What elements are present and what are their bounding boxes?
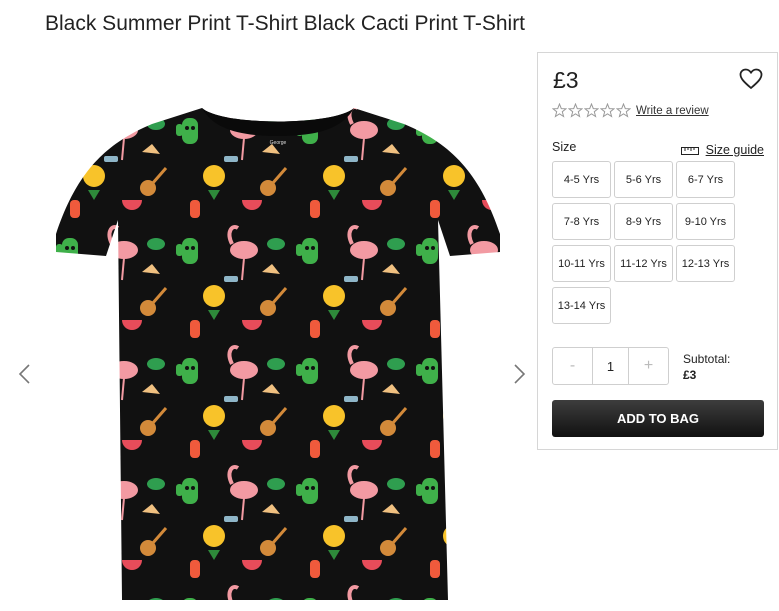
size-option[interactable]: 8-9 Yrs xyxy=(614,203,673,240)
write-review-link[interactable]: Write a review xyxy=(636,105,709,117)
brand-tag: George xyxy=(270,140,287,146)
product-image: George xyxy=(56,108,500,600)
quantity-input[interactable] xyxy=(592,348,629,384)
increase-quantity-button[interactable]: + xyxy=(629,348,668,384)
star-outline-icon xyxy=(584,103,599,118)
star-outline-icon xyxy=(568,103,583,118)
next-image-button[interactable] xyxy=(511,362,527,386)
size-option[interactable]: 13-14 Yrs xyxy=(552,287,611,324)
size-guide-label: Size guide xyxy=(705,143,764,157)
size-option[interactable]: 12-13 Yrs xyxy=(676,245,735,282)
star-outline-icon xyxy=(616,103,631,118)
size-guide-link[interactable]: Size guide xyxy=(680,143,764,157)
size-option[interactable]: 10-11 Yrs xyxy=(552,245,611,282)
size-option[interactable]: 4-5 Yrs xyxy=(552,161,611,198)
star-rating xyxy=(552,103,631,118)
size-option[interactable]: 9-10 Yrs xyxy=(676,203,735,240)
subtotal: Subtotal: £3 xyxy=(683,351,730,383)
ruler-icon xyxy=(680,147,699,155)
decrease-quantity-button[interactable]: - xyxy=(553,348,592,384)
prev-image-button[interactable] xyxy=(17,362,33,386)
subtotal-value: £3 xyxy=(683,368,697,382)
star-outline-icon xyxy=(552,103,567,118)
size-label: Size xyxy=(552,140,577,154)
subtotal-label: Subtotal: xyxy=(683,352,731,366)
star-outline-icon xyxy=(600,103,615,118)
size-option[interactable]: 11-12 Yrs xyxy=(614,245,673,282)
heart-outline-icon[interactable] xyxy=(739,68,763,90)
product-panel: £3 Write a review Size Size guide 4-5 Yr… xyxy=(537,52,778,450)
rating: Write a review xyxy=(552,103,709,118)
add-to-bag-button[interactable]: ADD TO BAG xyxy=(552,400,764,437)
price: £3 xyxy=(553,67,579,93)
product-title: Black Summer Print T-Shirt Black Cacti P… xyxy=(45,12,526,35)
quantity-stepper: - + xyxy=(552,347,669,385)
size-option[interactable]: 5-6 Yrs xyxy=(614,161,673,198)
chevron-left-icon xyxy=(18,364,30,384)
size-option[interactable]: 7-8 Yrs xyxy=(552,203,611,240)
chevron-right-icon xyxy=(514,364,526,384)
size-option[interactable]: 6-7 Yrs xyxy=(676,161,735,198)
